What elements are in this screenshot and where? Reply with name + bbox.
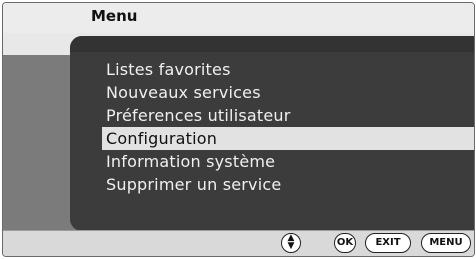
exit-button[interactable]: EXIT xyxy=(365,233,411,253)
menu-item-nouveaux-services[interactable]: Nouveaux services xyxy=(102,81,474,104)
menu-button[interactable]: MENU xyxy=(421,233,471,253)
button-hint-bar: ▲ ▼ OK EXIT MENU xyxy=(3,230,474,256)
up-down-arrows-icon[interactable]: ▲ ▼ xyxy=(281,233,301,253)
menu-header: Menu xyxy=(3,3,474,33)
menu-item-information-systeme[interactable]: Information système xyxy=(102,150,474,173)
ok-button[interactable]: OK xyxy=(334,233,356,253)
menu-item-configuration[interactable]: Configuration xyxy=(102,127,474,150)
menu-window: Menu Listes favorites Nouveaux services … xyxy=(2,2,475,257)
menu-list: Listes favorites Nouveaux services Préfe… xyxy=(102,58,474,196)
menu-item-supprimer-un-service[interactable]: Supprimer un service xyxy=(102,173,474,196)
menu-item-preferences-utilisateur[interactable]: Préferences utilisateur xyxy=(102,104,474,127)
menu-title: Menu xyxy=(91,7,138,25)
panel-top-bar xyxy=(70,36,474,52)
menu-panel: Listes favorites Nouveaux services Préfe… xyxy=(70,36,474,231)
menu-item-listes-favorites[interactable]: Listes favorites xyxy=(102,58,474,81)
